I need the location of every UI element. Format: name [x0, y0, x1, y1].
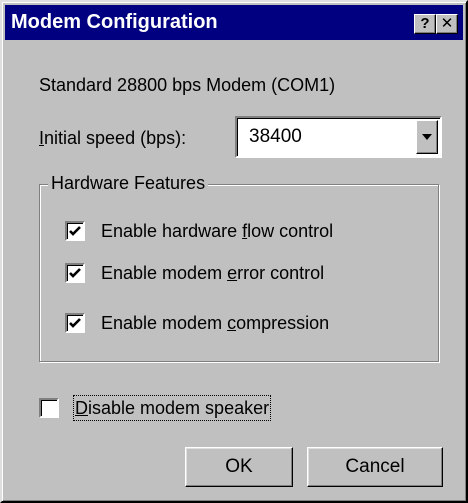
cancel-button[interactable]: Cancel: [307, 447, 443, 487]
modem-error-control-label: Enable modem error control: [101, 263, 325, 283]
close-icon: ✕: [440, 15, 454, 32]
question-mark-icon: ?: [420, 15, 430, 32]
initial-speed-value: 38400: [249, 126, 302, 147]
hardware-flow-control-label: Enable hardware flow control: [101, 221, 334, 241]
disable-modem-speaker-label: Disable modem speaker: [72, 395, 272, 421]
checkbox-box[interactable]: [65, 313, 85, 333]
modem-name-label: Standard 28800 bps Modem (COM1): [39, 75, 336, 95]
checkmark-icon: [69, 226, 81, 236]
initial-speed-dropdown[interactable]: 38400: [235, 116, 442, 158]
modem-compression-label: Enable modem compression: [101, 313, 330, 333]
checkbox-box[interactable]: [39, 398, 59, 418]
help-button[interactable]: ?: [414, 14, 436, 34]
checkmark-icon: [69, 318, 81, 328]
checkbox-box[interactable]: [65, 221, 85, 241]
modem-configuration-dialog: Modem Configuration ? ✕ Standard 28800 b…: [0, 0, 468, 503]
ok-button[interactable]: OK: [185, 447, 293, 487]
dropdown-arrow-icon[interactable]: [416, 120, 438, 154]
checkbox-box[interactable]: [65, 263, 85, 283]
hardware-features-title: Hardware Features: [48, 172, 209, 194]
close-button[interactable]: ✕: [436, 14, 458, 34]
dialog-title: Modem Configuration: [11, 11, 218, 33]
initial-speed-label: Initial speed (bps):: [39, 127, 186, 149]
hardware-features-group: Hardware Features Enable hardware flow c…: [39, 172, 439, 362]
title-bar[interactable]: Modem Configuration ? ✕: [5, 5, 463, 40]
checkmark-icon: [69, 268, 81, 278]
initial-speed-label-text: nitial speed (bps):: [44, 128, 187, 148]
